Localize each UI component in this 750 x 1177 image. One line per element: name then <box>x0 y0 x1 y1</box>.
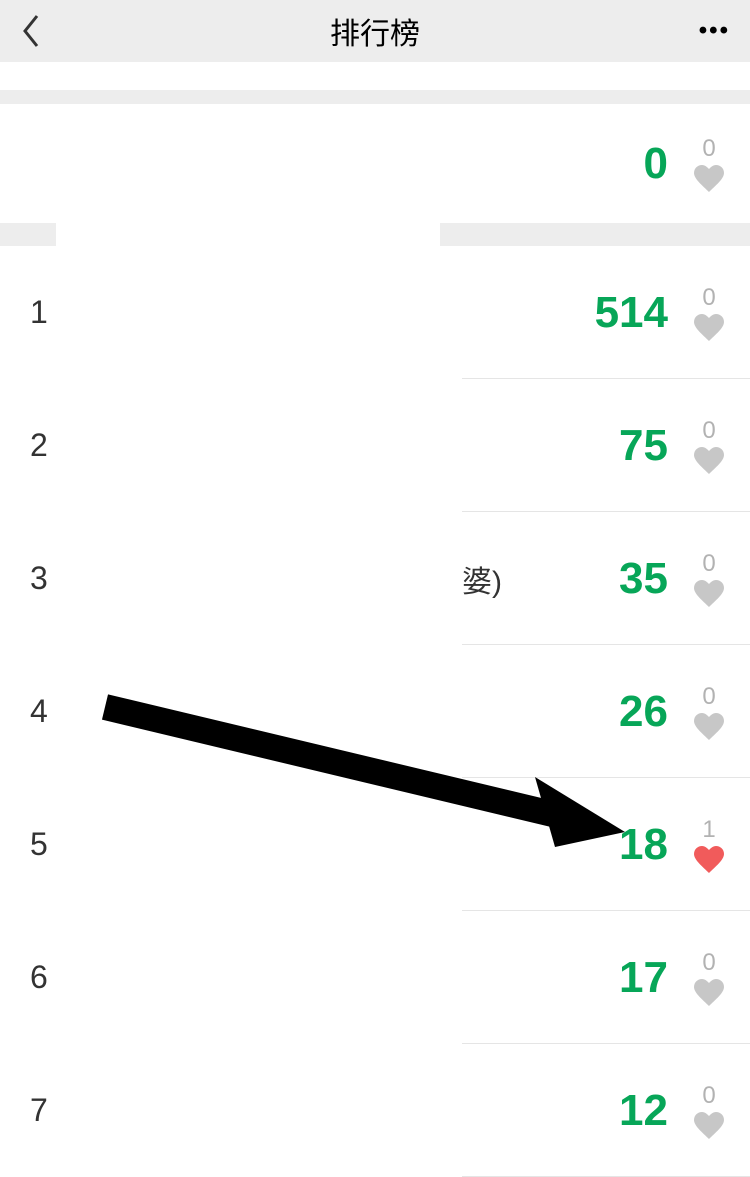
like-button[interactable]: 1 <box>688 816 730 874</box>
row-score: 26 <box>619 687 668 737</box>
ranking-row[interactable]: 4 26 0 <box>0 645 750 778</box>
row-score: 75 <box>619 421 668 471</box>
rank-number: 2 <box>30 427 90 464</box>
page-title: 排行榜 <box>330 9 420 53</box>
self-row: 0 0 <box>0 104 750 223</box>
rank-number: 3 <box>30 560 90 597</box>
like-count: 0 <box>702 550 715 578</box>
row-score: 18 <box>619 820 668 870</box>
rank-number: 6 <box>30 959 90 996</box>
like-count: 0 <box>702 284 715 312</box>
rank-number: 5 <box>30 826 90 863</box>
ranking-row[interactable]: 7 12 0 <box>0 1044 750 1177</box>
heart-icon <box>693 580 725 608</box>
like-button[interactable]: 0 <box>688 417 730 475</box>
heart-icon <box>693 165 725 193</box>
ranking-row[interactable]: 1 514 0 <box>0 246 750 379</box>
like-button[interactable]: 0 <box>688 949 730 1007</box>
row-score: 17 <box>619 953 668 1003</box>
ellipsis-icon: ••• <box>699 17 730 45</box>
header-bar: 排行榜 ••• <box>0 0 750 62</box>
ranking-row[interactable]: 3 婆) 35 0 <box>0 512 750 645</box>
like-button[interactable]: 0 <box>688 683 730 741</box>
tab-gray-right <box>440 223 750 246</box>
heart-icon <box>693 1112 725 1140</box>
heart-icon <box>693 979 725 1007</box>
like-count: 0 <box>702 417 715 445</box>
chevron-left-icon <box>20 13 42 49</box>
like-count: 0 <box>702 683 715 711</box>
rank-number: 4 <box>30 693 90 730</box>
rank-number: 7 <box>30 1092 90 1129</box>
row-score: 35 <box>619 554 668 604</box>
self-score: 0 <box>644 139 668 189</box>
ranking-row[interactable]: 5 18 1 <box>0 778 750 911</box>
separator <box>0 90 750 104</box>
ranking-row[interactable]: 2 75 0 <box>0 379 750 512</box>
tab-separator-row <box>0 223 750 246</box>
more-button[interactable]: ••• <box>690 11 730 51</box>
ranking-list: 1 514 0 2 75 0 3 婆) 35 0 4 26 0 5 18 1 6 17 0 7 12 0 <box>0 246 750 1177</box>
name-fragment: 婆) <box>462 557 502 601</box>
row-score: 514 <box>595 288 668 338</box>
ranking-row[interactable]: 6 17 0 <box>0 911 750 1044</box>
like-count: 1 <box>702 816 715 844</box>
like-count: 0 <box>702 1082 715 1110</box>
like-button[interactable]: 0 <box>688 284 730 342</box>
tab-gray-left <box>0 223 56 246</box>
like-button[interactable]: 0 <box>688 1082 730 1140</box>
self-like-button[interactable]: 0 <box>688 135 730 193</box>
row-score: 12 <box>619 1086 668 1136</box>
heart-icon <box>693 447 725 475</box>
like-button[interactable]: 0 <box>688 550 730 608</box>
heart-icon <box>693 846 725 874</box>
rank-number: 1 <box>30 294 90 331</box>
heart-icon <box>693 314 725 342</box>
spacer <box>0 62 750 90</box>
self-like-count: 0 <box>702 135 715 163</box>
like-count: 0 <box>702 949 715 977</box>
heart-icon <box>693 713 725 741</box>
back-button[interactable] <box>20 11 60 51</box>
